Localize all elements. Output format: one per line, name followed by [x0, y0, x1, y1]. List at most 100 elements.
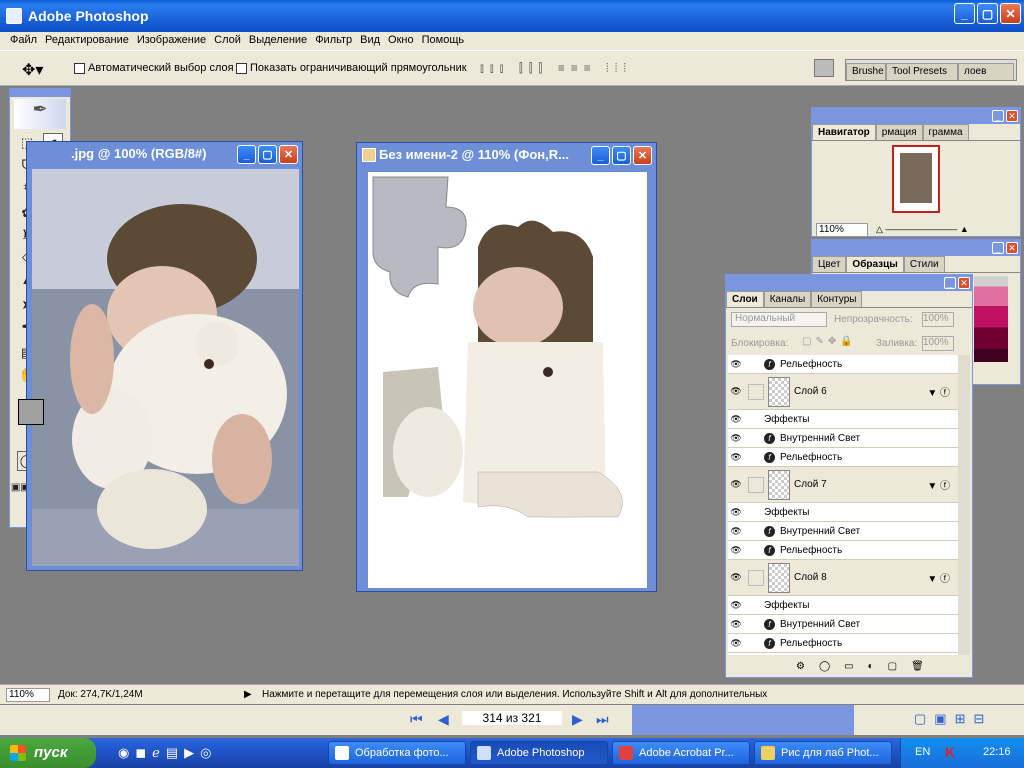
effect-row[interactable]: 👁 f Рельефность [728, 355, 958, 374]
expand-effects-icon[interactable]: ▼ ⓕ [927, 384, 950, 399]
tab-histogram[interactable]: грамма [922, 124, 969, 140]
tab-channels[interactable]: Каналы [763, 291, 812, 307]
tab-info[interactable]: рмация [875, 124, 923, 140]
visibility-eye-icon[interactable]: 👁 [728, 386, 744, 397]
document-window-1[interactable]: .jpg @ 100% (RGB/8#) _ ▢ ✕ [26, 141, 303, 571]
doc1-close-button[interactable]: ✕ [279, 145, 298, 164]
visibility-eye-icon[interactable]: 👁 [728, 452, 744, 463]
blend-mode-select[interactable]: Нормальный [731, 312, 827, 327]
layers-scrollbar[interactable] [958, 355, 970, 655]
mini-window[interactable] [632, 705, 854, 735]
move-tool-icon[interactable]: ✥▾ [22, 60, 43, 80]
tab-brushes[interactable]: Brushe [846, 63, 886, 80]
layers-footer-buttons[interactable]: ⚙◯▭◐▢🗑 [796, 661, 938, 672]
swatch-grid[interactable] [974, 276, 1008, 362]
effect-row[interactable]: 👁 f Рельефность [728, 634, 958, 653]
lock-icons[interactable]: ▢✎✥🔒 [802, 336, 857, 347]
tab-layer-comps[interactable]: лоев [958, 63, 1014, 80]
doc1-minimize-button[interactable]: _ [237, 145, 256, 164]
auto-select-checkbox[interactable]: Автоматический выбор слоя [74, 62, 234, 74]
maximize-button[interactable]: ▢ [977, 3, 998, 24]
start-button[interactable]: пуск [0, 738, 96, 768]
effect-row[interactable]: 👁 f Рельефность [728, 448, 958, 467]
first-page-icon[interactable]: ⏮ [410, 711, 423, 728]
tab-color[interactable]: Цвет [812, 256, 847, 272]
status-zoom[interactable]: 110% [6, 688, 50, 702]
nav-close-icon[interactable]: ✕ [1006, 110, 1018, 122]
nav-minimize-icon[interactable]: _ [992, 110, 1004, 122]
document-1-canvas[interactable] [32, 169, 299, 566]
menu-item-3[interactable]: Слой [210, 34, 245, 48]
menu-item-0[interactable]: Файл [6, 34, 41, 48]
page-counter[interactable]: 314 из 321 [462, 711, 562, 725]
task-acrobat[interactable]: Adobe Acrobat Pr... [612, 741, 750, 765]
layer-row[interactable]: 👁 Слой 6 ▼ ⓕ [728, 374, 958, 410]
view-mode-icons[interactable]: ▢▣⊞⊟ [914, 711, 992, 727]
visibility-eye-icon[interactable]: 👁 [728, 479, 744, 490]
doc2-minimize-button[interactable]: _ [591, 146, 610, 165]
effect-row[interactable]: 👁 f Внутренний Свет [728, 615, 958, 634]
prev-page-icon[interactable]: ◀ [438, 711, 449, 728]
status-arrow-icon[interactable]: ▶ [244, 689, 252, 700]
task-folder[interactable]: Рис для лаб Phot... [754, 741, 892, 765]
menu-item-1[interactable]: Редактирование [41, 34, 133, 48]
visibility-eye-icon[interactable]: 👁 [728, 507, 744, 518]
effect-row[interactable]: 👁 f Внутренний Свет [728, 429, 958, 448]
layer-row[interactable]: 👁 Слой 7 ▼ ⓕ [728, 467, 958, 503]
tab-tool-presets[interactable]: Tool Presets [886, 63, 958, 80]
task-photo-processing[interactable]: Обработка фото... [328, 741, 466, 765]
navigator-thumbnail[interactable] [892, 145, 940, 213]
visibility-eye-icon[interactable]: 👁 [728, 619, 744, 630]
doc2-maximize-button[interactable]: ▢ [612, 146, 631, 165]
expand-effects-icon[interactable]: ▼ ⓕ [927, 570, 950, 585]
link-box[interactable] [748, 476, 764, 493]
tab-paths[interactable]: Контуры [811, 291, 863, 307]
effect-row[interactable]: 👁 f Рельефность [728, 541, 958, 560]
effect-row[interactable]: 👁 Эффекты [728, 596, 958, 615]
visibility-eye-icon[interactable]: 👁 [728, 433, 744, 444]
effect-row[interactable]: 👁 f Внутренний Свет [728, 522, 958, 541]
tab-layers[interactable]: Слои [726, 291, 764, 307]
link-box[interactable] [748, 383, 764, 400]
visibility-eye-icon[interactable]: 👁 [728, 545, 744, 556]
expand-effects-icon[interactable]: ▼ ⓕ [927, 477, 950, 492]
swatch-close-icon[interactable]: ✕ [1006, 242, 1018, 254]
visibility-eye-icon[interactable]: 👁 [728, 638, 744, 649]
minimize-button[interactable]: _ [954, 3, 975, 24]
layer-row[interactable]: 👁 Слой 8 ▼ ⓕ [728, 560, 958, 596]
file-browser-icon[interactable] [814, 59, 834, 77]
menu-item-8[interactable]: Помощь [418, 34, 469, 48]
menu-item-4[interactable]: Выделение [245, 34, 311, 48]
menu-item-5[interactable]: Фильтр [311, 34, 356, 48]
fill-field[interactable]: 100% [922, 336, 954, 351]
zoom-slider[interactable]: △ ———————— ▲ [876, 224, 1006, 236]
close-button[interactable]: ✕ [1000, 3, 1021, 24]
tab-styles[interactable]: Стили [903, 256, 945, 272]
layers-minimize-icon[interactable]: _ [944, 277, 956, 289]
visibility-eye-icon[interactable]: 👁 [728, 526, 744, 537]
menu-item-6[interactable]: Вид [356, 34, 384, 48]
navigator-zoom-value[interactable]: 110% [816, 223, 868, 237]
doc1-maximize-button[interactable]: ▢ [258, 145, 277, 164]
visibility-eye-icon[interactable]: 👁 [728, 359, 744, 370]
language-indicator[interactable]: EN [915, 746, 930, 758]
opacity-field[interactable]: 100% [922, 312, 954, 327]
visibility-eye-icon[interactable]: 👁 [728, 414, 744, 425]
visibility-eye-icon[interactable]: 👁 [728, 572, 744, 583]
task-photoshop[interactable]: Adobe Photoshop [470, 741, 608, 765]
menu-item-7[interactable]: Окно [384, 34, 418, 48]
next-page-icon[interactable]: ▶ [572, 711, 583, 728]
tab-swatches[interactable]: Образцы [846, 256, 904, 272]
show-bounds-checkbox[interactable]: Показать ограничивающий прямоугольник [236, 62, 467, 74]
effect-row[interactable]: 👁 Эффекты [728, 410, 958, 429]
link-box[interactable] [748, 569, 764, 586]
swatch-minimize-icon[interactable]: _ [992, 242, 1004, 254]
kaspersky-icon[interactable]: K [945, 744, 955, 760]
doc2-close-button[interactable]: ✕ [633, 146, 652, 165]
last-page-icon[interactable]: ⏭ [596, 711, 609, 728]
tab-navigator[interactable]: Навигатор [812, 124, 876, 140]
effect-row[interactable]: 👁 Эффекты [728, 503, 958, 522]
document-window-2[interactable]: Без имени-2 @ 110% (Фон,R... _ ▢ ✕ [356, 142, 657, 592]
quick-launch[interactable]: ◉◼ℯ▤▶◎ [118, 745, 217, 761]
document-2-canvas[interactable] [368, 172, 647, 588]
